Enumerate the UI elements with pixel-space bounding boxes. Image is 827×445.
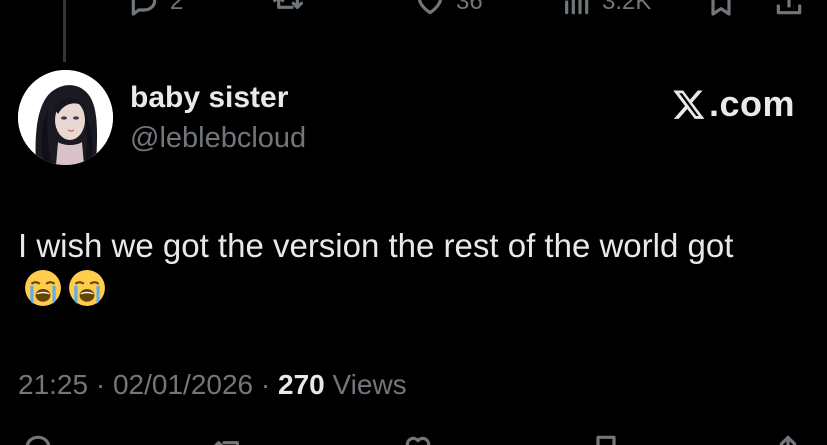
- avatar-image: [18, 70, 113, 165]
- views-count: 270: [278, 369, 325, 400]
- like-count: 36: [456, 0, 483, 15]
- post-action-bar: [0, 432, 827, 445]
- heart-icon: [418, 0, 442, 15]
- bookmark-button[interactable]: [705, 0, 737, 18]
- display-name[interactable]: baby sister: [130, 80, 288, 116]
- reply-button[interactable]: 2: [128, 0, 183, 18]
- post-text-container: I wish we got the version the rest of th…: [18, 222, 798, 319]
- like-button[interactable]: 36: [414, 0, 483, 18]
- like-button[interactable]: [402, 432, 434, 445]
- views-button[interactable]: 3.2K: [560, 0, 651, 18]
- user-handle[interactable]: @leblebcloud: [130, 120, 306, 156]
- reply-icon: [131, 0, 157, 16]
- bookmark-icon: [596, 435, 616, 445]
- reply-button[interactable]: [22, 432, 54, 445]
- emoji-row: [18, 269, 106, 307]
- share-icon: [779, 435, 797, 445]
- bookmark-button[interactable]: [590, 432, 622, 445]
- avatar[interactable]: [18, 70, 113, 165]
- repost-button[interactable]: [272, 0, 304, 18]
- repost-icon: [273, 0, 303, 9]
- bookmark-icon: [711, 0, 731, 16]
- share-icon: [776, 0, 802, 15]
- views-label: Views: [332, 369, 407, 400]
- share-button[interactable]: [773, 0, 805, 18]
- separator-dot: ·: [253, 369, 278, 400]
- previous-post-action-bar: 2 36 3.2K: [0, 0, 827, 16]
- loudly-crying-face-icon: [25, 270, 61, 306]
- post-time[interactable]: 21:25: [18, 369, 88, 400]
- analytics-icon: [565, 0, 589, 15]
- post-text: I wish we got the version the rest of th…: [18, 227, 734, 264]
- views-count-top: 3.2K: [602, 0, 652, 15]
- repost-icon: [214, 441, 239, 445]
- loudly-crying-face-icon: [69, 270, 105, 306]
- post-date[interactable]: 02/01/2026: [113, 369, 253, 400]
- separator-dot: ·: [88, 369, 113, 400]
- reply-icon: [25, 435, 51, 445]
- share-button[interactable]: [772, 432, 804, 445]
- post-metadata: 21:25 · 02/01/2026 · 270 Views: [18, 366, 407, 404]
- heart-icon: [405, 436, 431, 445]
- thread-connector-line: [63, 0, 66, 62]
- x-com-watermark: .com: [671, 84, 795, 124]
- repost-button[interactable]: [212, 432, 244, 445]
- x-logo-icon: [673, 90, 705, 119]
- reply-count: 2: [170, 0, 184, 15]
- brand-domain: .com: [708, 83, 795, 124]
